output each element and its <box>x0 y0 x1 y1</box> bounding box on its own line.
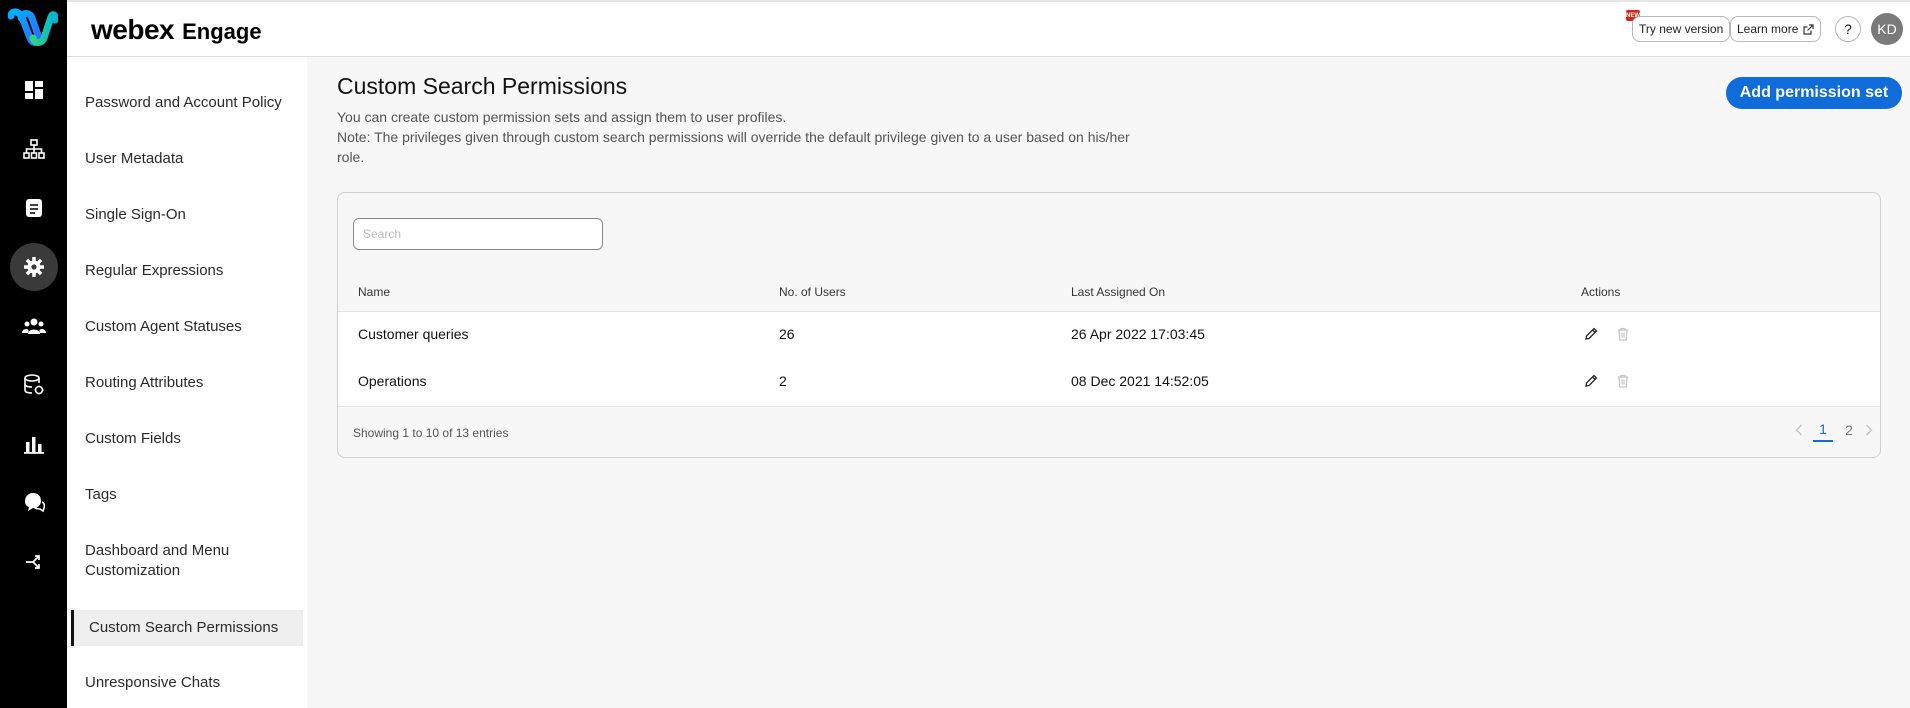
sidebar-item-custom-fields[interactable]: Custom Fields <box>67 429 303 449</box>
dashboard-icon[interactable] <box>0 66 67 114</box>
add-permission-set-button[interactable]: Add permission set <box>1726 77 1902 109</box>
icon-rail <box>0 0 67 708</box>
sidebar-item-regular-expressions[interactable]: Regular Expressions <box>67 261 303 281</box>
row-users: 26 <box>779 326 795 342</box>
description-line: You can create custom permission sets an… <box>337 109 787 125</box>
delete-icon[interactable] <box>1614 372 1632 390</box>
page-description: You can create custom permission sets an… <box>337 107 1157 167</box>
external-link-icon <box>1803 23 1814 35</box>
routing-icon[interactable] <box>0 538 67 586</box>
column-header-actions: Actions <box>1581 285 1621 299</box>
document-icon[interactable] <box>0 184 67 232</box>
chat-icon[interactable] <box>0 479 67 527</box>
entries-count: Showing 1 to 10 of 13 entries <box>353 426 509 440</box>
learn-more-button[interactable]: Learn more <box>1730 16 1822 42</box>
sidebar-item-password-account-policy[interactable]: Password and Account Policy <box>67 93 303 113</box>
webex-logo-icon[interactable] <box>8 8 58 48</box>
table-body: Customer queries 26 26 Apr 2022 17:03:45… <box>338 311 1880 407</box>
table-row[interactable]: Operations 2 08 Dec 2021 14:52:05 <box>338 359 1880 406</box>
brand-name: webex <box>91 14 175 45</box>
row-name: Customer queries <box>358 326 469 342</box>
row-name: Operations <box>358 373 427 389</box>
chevron-right-icon[interactable] <box>1862 418 1876 442</box>
table-row[interactable]: Customer queries 26 26 Apr 2022 17:03:45 <box>338 312 1880 359</box>
sidebar-item-single-sign-on[interactable]: Single Sign-On <box>67 205 303 225</box>
hierarchy-icon[interactable] <box>0 125 67 173</box>
try-new-version-button[interactable]: Try new version <box>1632 16 1731 42</box>
settings-sidebar: Password and Account Policy User Metadat… <box>67 57 307 708</box>
sidebar-item-unresponsive-chats[interactable]: Unresponsive Chats <box>67 673 303 693</box>
sidebar-item-tags[interactable]: Tags <box>67 485 303 505</box>
page-title: Custom Search Permissions <box>337 73 628 99</box>
sidebar-item-custom-agent-statuses[interactable]: Custom Agent Statuses <box>67 317 303 337</box>
sidebar-item-dashboard-menu-customization[interactable]: Dashboard and Menu Customization <box>67 541 267 581</box>
delete-icon[interactable] <box>1614 325 1632 343</box>
chevron-left-icon[interactable] <box>1792 418 1806 442</box>
people-icon[interactable] <box>0 302 67 350</box>
permissions-table-card: Name No. of Users Last Assigned On Actio… <box>337 192 1881 458</box>
column-header-name[interactable]: Name <box>358 285 390 299</box>
learn-more-label: Learn more <box>1737 22 1799 36</box>
page-2-button[interactable]: 2 <box>1842 418 1856 442</box>
description-note: Note: The privileges given through custo… <box>337 129 1130 165</box>
sidebar-item-user-metadata[interactable]: User Metadata <box>67 149 303 169</box>
sidebar-item-custom-search-permissions[interactable]: Custom Search Permissions <box>71 610 303 646</box>
help-button[interactable]: ? <box>1835 16 1861 42</box>
database-icon[interactable] <box>0 361 67 409</box>
settings-icon[interactable] <box>0 243 67 291</box>
column-header-users[interactable]: No. of Users <box>779 285 846 299</box>
search-input[interactable] <box>353 218 603 250</box>
edit-icon[interactable] <box>1582 372 1600 390</box>
reports-icon[interactable] <box>0 420 67 468</box>
page-1-button[interactable]: 1 <box>1813 418 1833 442</box>
brand[interactable]: webex Engage <box>91 14 262 46</box>
row-last-assigned: 08 Dec 2021 14:52:05 <box>1071 373 1209 389</box>
column-header-last-assigned[interactable]: Last Assigned On <box>1071 285 1165 299</box>
row-last-assigned: 26 Apr 2022 17:03:45 <box>1071 326 1205 342</box>
row-users: 2 <box>779 373 787 389</box>
brand-product: Engage <box>182 19 262 44</box>
main-content: Custom Search Permissions You can create… <box>307 57 1910 708</box>
sidebar-item-routing-attributes[interactable]: Routing Attributes <box>67 373 303 393</box>
edit-icon[interactable] <box>1582 325 1600 343</box>
avatar[interactable]: KD <box>1871 13 1903 45</box>
